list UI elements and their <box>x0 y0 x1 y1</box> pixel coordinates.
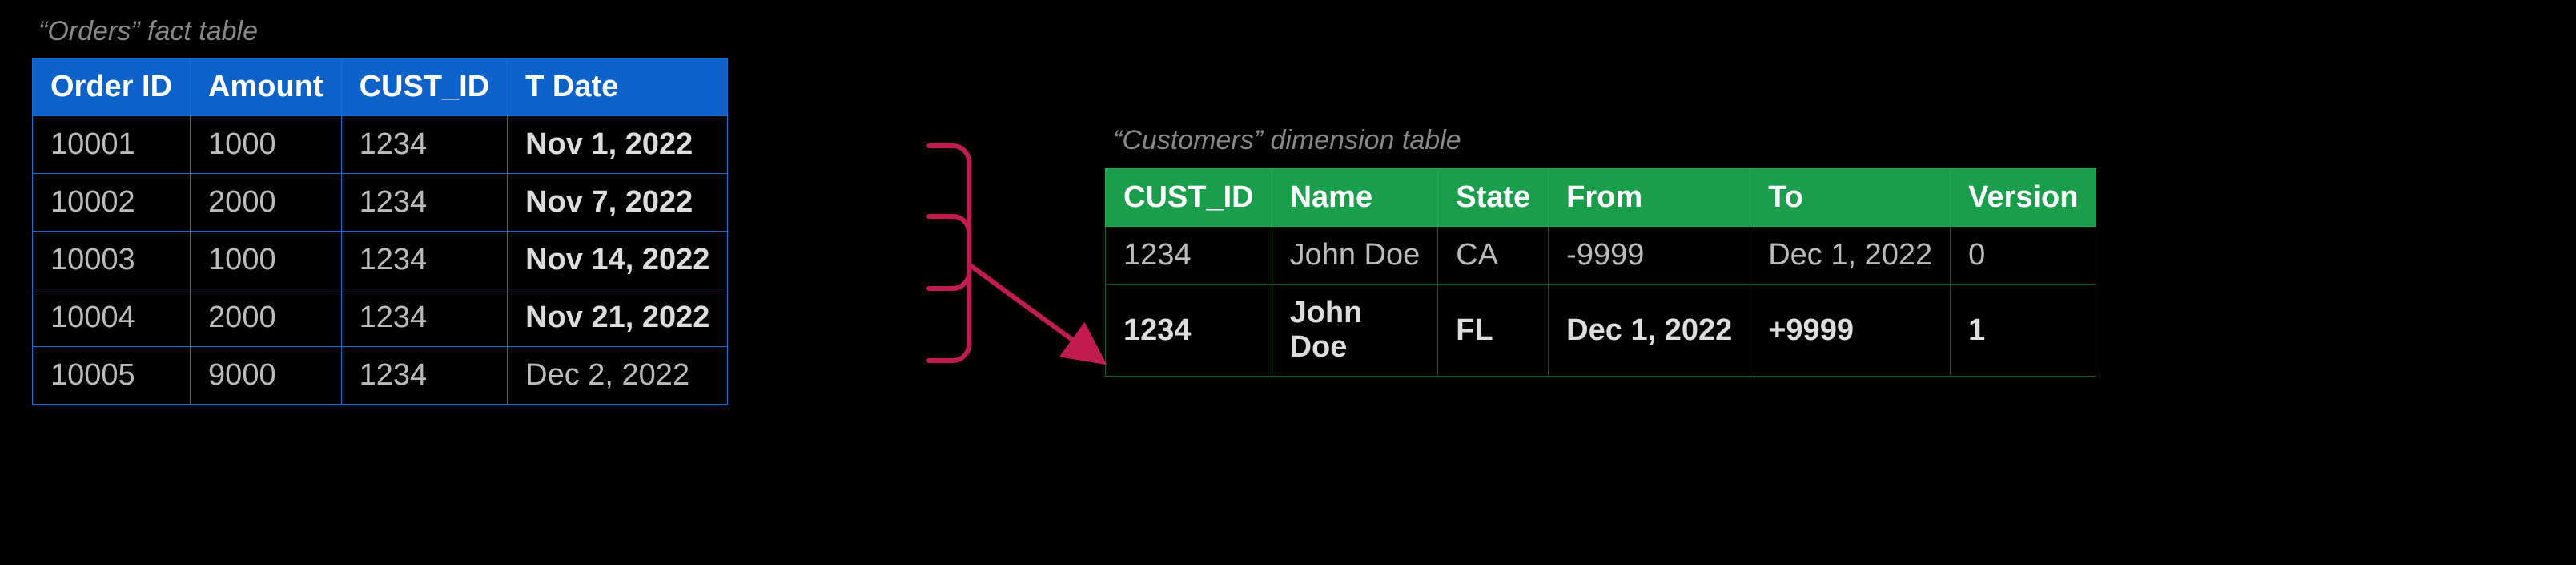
orders-cell: 10005 <box>33 347 191 405</box>
orders-fact-table: Order ID Amount CUST_ID T Date 10001 100… <box>32 58 728 405</box>
customers-cell: John Doe <box>1272 227 1438 285</box>
table-row: 10005 9000 1234 Dec 2, 2022 <box>33 347 728 405</box>
orders-cell: 1234 <box>341 289 508 347</box>
orders-cell: 1234 <box>341 232 508 289</box>
customers-header-cust-id: CUST_ID <box>1106 169 1272 227</box>
table-row: 10004 2000 1234 Nov 21, 2022 <box>33 289 728 347</box>
orders-cell: 10002 <box>33 174 191 232</box>
orders-cell: 1234 <box>341 174 508 232</box>
orders-header-cust-id: CUST_ID <box>341 59 508 116</box>
table-row: 10002 2000 1234 Nov 7, 2022 <box>33 174 728 232</box>
customers-dimension-table: CUST_ID Name State From To Version 1234 … <box>1105 168 2096 377</box>
orders-header-t-date: T Date <box>508 59 728 116</box>
customers-cell: -9999 <box>1549 227 1750 285</box>
orders-header-order-id: Order ID <box>33 59 191 116</box>
orders-cell: 10003 <box>33 232 191 289</box>
orders-cell: Nov 1, 2022 <box>508 116 728 174</box>
diagram-stage: “Orders” fact table Order ID Amount CUST… <box>0 0 2576 565</box>
customers-cell: 1 <box>1951 285 2096 377</box>
orders-header-amount: Amount <box>191 59 342 116</box>
customers-header-version: Version <box>1951 169 2096 227</box>
orders-cell: 1000 <box>191 116 342 174</box>
customers-caption: “Customers” dimension table <box>1113 125 1461 156</box>
table-row: 10001 1000 1234 Nov 1, 2022 <box>33 116 728 174</box>
orders-cell: 2000 <box>191 289 342 347</box>
customers-cell: Dec 1, 2022 <box>1549 285 1750 377</box>
orders-cell: 1234 <box>341 116 508 174</box>
orders-cell: Nov 7, 2022 <box>508 174 728 232</box>
customers-cell: 0 <box>1951 227 2096 285</box>
customers-cell: +9999 <box>1750 285 1951 377</box>
customers-header-row: CUST_ID Name State From To Version <box>1106 169 2096 227</box>
orders-cell: 1234 <box>341 347 508 405</box>
customers-cell: Dec 1, 2022 <box>1750 227 1951 285</box>
customers-header-state: State <box>1438 169 1549 227</box>
customers-header-to: To <box>1750 169 1951 227</box>
orders-cell: Nov 14, 2022 <box>508 232 728 289</box>
orders-cell: 10004 <box>33 289 191 347</box>
customers-cell: John Doe <box>1272 285 1438 377</box>
table-row: 1234 John Doe CA -9999 Dec 1, 2022 0 <box>1106 227 2096 285</box>
orders-cell: 10001 <box>33 116 191 174</box>
orders-caption: “Orders” fact table <box>38 16 258 47</box>
orders-cell: 9000 <box>191 347 342 405</box>
customers-cell: FL <box>1438 285 1549 377</box>
customers-header-name: Name <box>1272 169 1438 227</box>
customers-cell: 1234 <box>1106 227 1272 285</box>
customers-cell: 1234 <box>1106 285 1272 377</box>
customers-cell: CA <box>1438 227 1549 285</box>
relationship-arrow-icon <box>921 120 1113 457</box>
table-row: 10003 1000 1234 Nov 14, 2022 <box>33 232 728 289</box>
table-row: 1234 John Doe FL Dec 1, 2022 +9999 1 <box>1106 285 2096 377</box>
customers-header-from: From <box>1549 169 1750 227</box>
orders-cell: 2000 <box>191 174 342 232</box>
orders-cell: Nov 21, 2022 <box>508 289 728 347</box>
orders-cell: 1000 <box>191 232 342 289</box>
orders-header-row: Order ID Amount CUST_ID T Date <box>33 59 728 116</box>
orders-cell: Dec 2, 2022 <box>508 347 728 405</box>
